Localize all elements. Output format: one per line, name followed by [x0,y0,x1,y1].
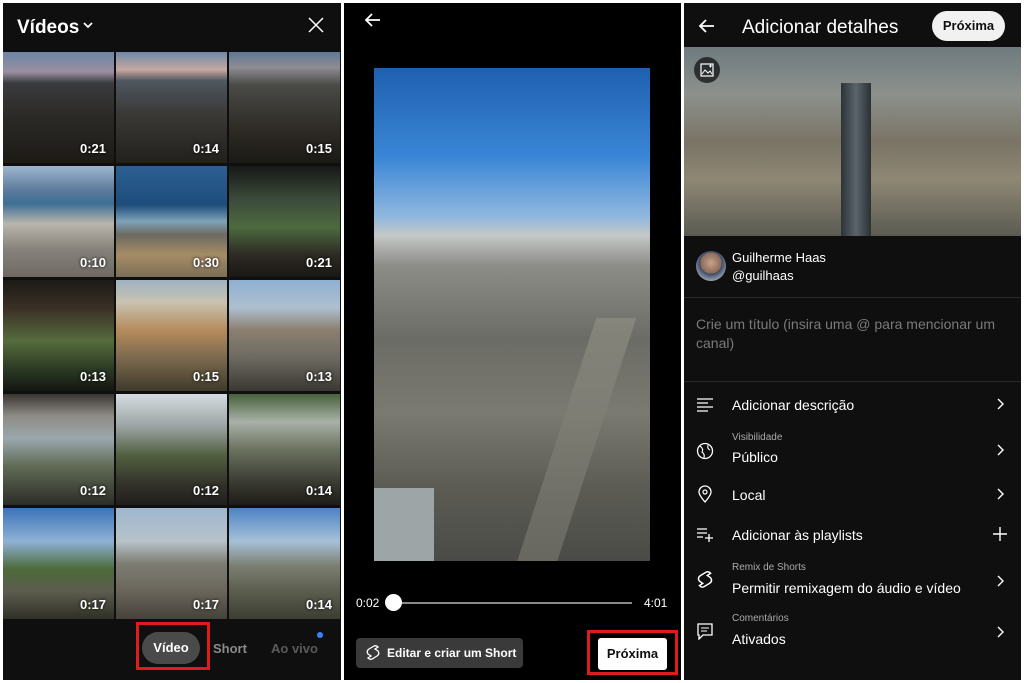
video-frame-detail [511,318,637,561]
total-duration: 4:01 [644,596,668,610]
divider [684,381,1021,382]
video-thumbnail[interactable]: 0:17 [3,508,114,619]
description-label: Adicionar descrição [732,397,855,413]
video-thumbnail[interactable]: 0:10 [3,166,114,277]
page-title: Adicionar detalhes [742,17,899,38]
video-duration: 0:21 [305,255,332,270]
video-preview-panel: 0:02 4:01 Editar e criar um Short Próxim… [344,3,681,680]
add-thumbnail-button[interactable] [694,57,720,83]
video-thumbnail[interactable]: 0:15 [229,52,340,163]
tab-short[interactable]: Short [213,641,247,656]
video-thumbnail[interactable]: 0:21 [229,166,340,277]
visibility-row[interactable]: Visibilidade Público [684,428,1021,472]
seek-handle[interactable] [385,594,402,611]
edit-button-label: Editar e criar um Short [387,646,517,660]
edit-create-short-button[interactable]: Editar e criar um Short [356,638,523,668]
video-thumbnail[interactable]: 0:21 [3,52,114,163]
chevron-down-icon[interactable] [83,20,93,30]
avatar [696,251,726,281]
chevron-right-icon [997,575,1004,587]
close-icon[interactable] [307,16,325,34]
thumbnail-detail [841,83,871,236]
back-arrow-icon[interactable] [364,11,382,29]
video-duration: 0:13 [305,369,332,384]
playlists-row[interactable]: Adicionar às playlists [684,515,1021,555]
comments-sublabel: Comentários [732,613,789,624]
video-duration: 0:12 [192,483,219,498]
add-details-panel: Adicionar detalhes Próxima Guilherme Haa… [684,3,1021,680]
highlight-box [587,630,678,675]
location-pin-icon [698,485,712,503]
back-arrow-icon[interactable] [698,17,716,35]
playlist-add-icon [697,528,713,542]
remix-row[interactable]: Remix de Shorts Permitir remixagem do áu… [684,556,1021,606]
next-button[interactable]: Próxima [932,11,1005,41]
visibility-value: Público [732,449,778,465]
video-duration: 0:13 [79,369,106,384]
chevron-right-icon [997,444,1004,456]
tab-live[interactable]: Ao vivo [271,641,318,656]
channel-handle: @guilhaas [732,268,794,283]
video-thumbnail[interactable]: 0:14 [229,394,340,505]
video-thumbnail[interactable]: 0:13 [3,280,114,391]
video-thumbnail[interactable]: 0:12 [3,394,114,505]
live-indicator-dot [317,632,323,638]
picker-title[interactable]: Vídeos [17,17,79,39]
highlight-box [136,622,210,670]
remix-value: Permitir remixagem do áudio e vídeo [732,580,961,596]
details-header: Adicionar detalhes Próxima [684,3,1021,47]
video-duration: 0:14 [305,483,332,498]
seek-bar[interactable] [394,602,632,604]
title-input[interactable]: Crie um título (insira uma @ para mencio… [696,315,1006,353]
video-duration: 0:15 [305,141,332,156]
video-duration: 0:21 [79,141,106,156]
description-icon [697,398,713,412]
video-thumbnail-preview [684,47,1021,236]
video-thumbnail[interactable]: 0:12 [116,394,227,505]
video-duration: 0:30 [192,255,219,270]
location-row[interactable]: Local [684,475,1021,515]
globe-icon [696,442,714,460]
video-preview[interactable] [374,68,650,561]
shorts-icon [366,645,380,660]
video-picker-panel: Vídeos 0:21 0:14 0:15 0:10 0:30 0:21 0:1… [3,3,341,680]
location-label: Local [732,487,766,503]
video-thumbnail[interactable]: 0:14 [116,52,227,163]
video-thumbnail[interactable]: 0:17 [116,508,227,619]
video-thumbnail[interactable]: 0:15 [116,280,227,391]
shorts-icon [697,571,713,588]
video-duration: 0:14 [192,141,219,156]
chevron-right-icon [997,488,1004,500]
video-duration: 0:15 [192,369,219,384]
image-add-icon [700,63,714,77]
playlists-label: Adicionar às playlists [732,527,863,543]
channel-name: Guilherme Haas [732,250,826,265]
picker-header: Vídeos [3,3,341,51]
remix-sublabel: Remix de Shorts [732,562,806,573]
video-thumbnail[interactable]: 0:13 [229,280,340,391]
video-duration: 0:12 [79,483,106,498]
video-duration: 0:17 [192,597,219,612]
video-duration: 0:17 [79,597,106,612]
video-thumbnail[interactable]: 0:30 [116,166,227,277]
comments-value: Ativados [732,631,786,647]
video-frame-detail [374,488,434,561]
visibility-sublabel: Visibilidade [732,432,783,443]
plus-icon [993,527,1007,541]
current-time: 0:02 [356,596,380,610]
chevron-right-icon [997,626,1004,638]
channel-info: Guilherme Haas @guilhaas [684,236,1021,298]
chevron-right-icon [997,398,1004,410]
comment-icon [697,623,713,640]
video-duration: 0:14 [305,597,332,612]
comments-row[interactable]: Comentários Ativados [684,608,1021,658]
video-duration: 0:10 [79,255,106,270]
video-thumbnail[interactable]: 0:14 [229,508,340,619]
description-row[interactable]: Adicionar descrição [684,385,1021,425]
